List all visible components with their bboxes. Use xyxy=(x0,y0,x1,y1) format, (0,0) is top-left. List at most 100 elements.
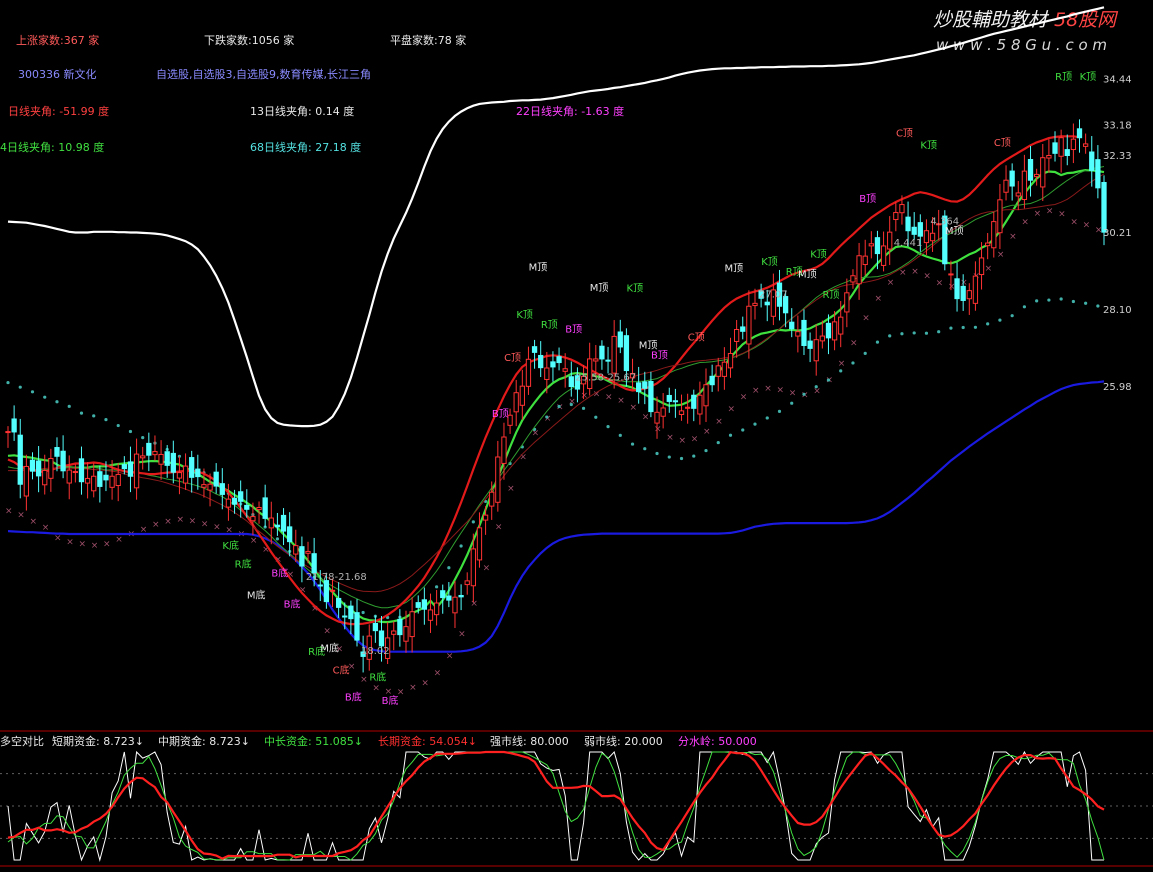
candle-body xyxy=(182,465,189,484)
band-dot xyxy=(630,442,635,446)
candle-body xyxy=(684,406,691,409)
candle-body xyxy=(525,358,532,387)
band-dot xyxy=(888,334,892,338)
price-annotation: 4.441 xyxy=(894,238,923,249)
candle-body xyxy=(274,524,281,528)
candle-body xyxy=(213,471,219,487)
candle-body xyxy=(1052,142,1058,154)
cross-mark: × xyxy=(483,564,491,574)
band-dot xyxy=(6,380,10,385)
stock-name[interactable]: 300336 新文化 xyxy=(18,67,97,81)
band-dot xyxy=(55,400,59,404)
cross-mark: × xyxy=(581,391,589,401)
candle-body xyxy=(244,504,250,510)
band-dot xyxy=(435,585,439,589)
candle-body xyxy=(733,329,740,342)
candle-body xyxy=(666,394,672,402)
cross-mark: × xyxy=(42,523,50,533)
candle-body xyxy=(348,605,354,620)
cross-mark: × xyxy=(617,396,625,406)
band-dot xyxy=(875,340,880,344)
candle-body xyxy=(121,464,127,470)
candle-body xyxy=(1070,138,1077,151)
candle-body xyxy=(458,594,464,598)
band-dot xyxy=(716,440,720,445)
top-signal: M顶 xyxy=(590,282,609,294)
candle-body xyxy=(691,394,697,409)
k-line-chart[interactable]: 上涨家数:367 家 下跌家数:1056 家 平盘家数:78 家 300336 … xyxy=(0,0,1153,868)
candle-body xyxy=(531,346,538,353)
band-dot xyxy=(618,433,622,437)
candle-body xyxy=(238,491,244,502)
candle-body xyxy=(1095,159,1101,189)
price-label: 30.21 xyxy=(1103,228,1132,239)
band-dot xyxy=(679,456,684,461)
band-dot xyxy=(986,322,990,326)
cross-mark: × xyxy=(323,626,331,636)
candle-body xyxy=(501,436,507,464)
candle-body xyxy=(764,301,770,306)
band-dot xyxy=(1047,298,1051,302)
candle-body xyxy=(146,442,152,456)
cross-mark: × xyxy=(642,412,650,422)
top-signal: B顶 xyxy=(651,349,668,361)
bottom-signal: B底 xyxy=(382,694,399,707)
candle-body xyxy=(1021,170,1028,200)
candle-body xyxy=(556,356,562,364)
candle-body xyxy=(648,380,654,413)
candle-body xyxy=(568,376,574,388)
bottom-signal: M底 xyxy=(247,589,266,602)
band-dot xyxy=(606,425,610,429)
band-dot xyxy=(361,610,365,615)
indicator-weak: 弱市线: 20.000 xyxy=(584,734,663,748)
band-dot xyxy=(692,454,696,458)
candle-body xyxy=(335,597,342,608)
candle-body xyxy=(874,237,881,255)
candle-body xyxy=(819,335,825,342)
candle-body xyxy=(11,418,17,433)
cross-mark: × xyxy=(66,537,74,547)
top-signal: C顶 xyxy=(896,128,913,140)
band-dot xyxy=(851,361,855,365)
top-signal: M顶 xyxy=(798,268,817,280)
cross-mark: × xyxy=(434,669,442,679)
band-dot xyxy=(814,385,818,389)
candle-body xyxy=(1089,151,1095,171)
candle-body xyxy=(133,453,140,489)
band-dot xyxy=(1035,299,1039,303)
cross-mark: × xyxy=(189,517,197,527)
candle-body xyxy=(703,384,709,407)
cross-mark: × xyxy=(1095,226,1103,236)
bottom-signal: R底 xyxy=(235,557,252,570)
candle-body xyxy=(35,460,42,477)
cross-mark: × xyxy=(115,535,123,545)
candle-body xyxy=(78,458,85,483)
candle-body xyxy=(476,527,483,561)
cross-mark: × xyxy=(458,630,466,640)
candle-body xyxy=(697,394,703,415)
band-dot xyxy=(790,401,794,405)
bottom-signal: B底 xyxy=(271,567,288,580)
candle-body xyxy=(789,321,795,330)
cross-mark: × xyxy=(887,278,895,288)
candle-body xyxy=(617,331,623,348)
cross-mark: × xyxy=(948,282,956,292)
candle-body xyxy=(917,222,923,237)
cross-mark: × xyxy=(789,389,797,399)
cross-mark: × xyxy=(1046,206,1054,216)
stock-chart-window[interactable]: 上涨家数:367 家 下跌家数:1056 家 平盘家数:78 家 300336 … xyxy=(0,0,1153,868)
candle-body xyxy=(140,455,146,459)
candle-body xyxy=(519,385,525,406)
cross-mark: × xyxy=(1021,217,1029,227)
band-dot xyxy=(961,325,965,330)
candle-body xyxy=(746,305,752,345)
band-dot xyxy=(973,325,978,329)
bottom-signal: B底 xyxy=(284,598,301,611)
candle-body xyxy=(1046,155,1052,159)
candle-body xyxy=(678,410,685,415)
candle-body xyxy=(623,335,630,372)
band-dot xyxy=(704,448,708,453)
watermark-title: 炒股輔助教材 xyxy=(933,9,1050,31)
candle-body xyxy=(54,447,60,457)
cross-mark: × xyxy=(470,599,478,609)
